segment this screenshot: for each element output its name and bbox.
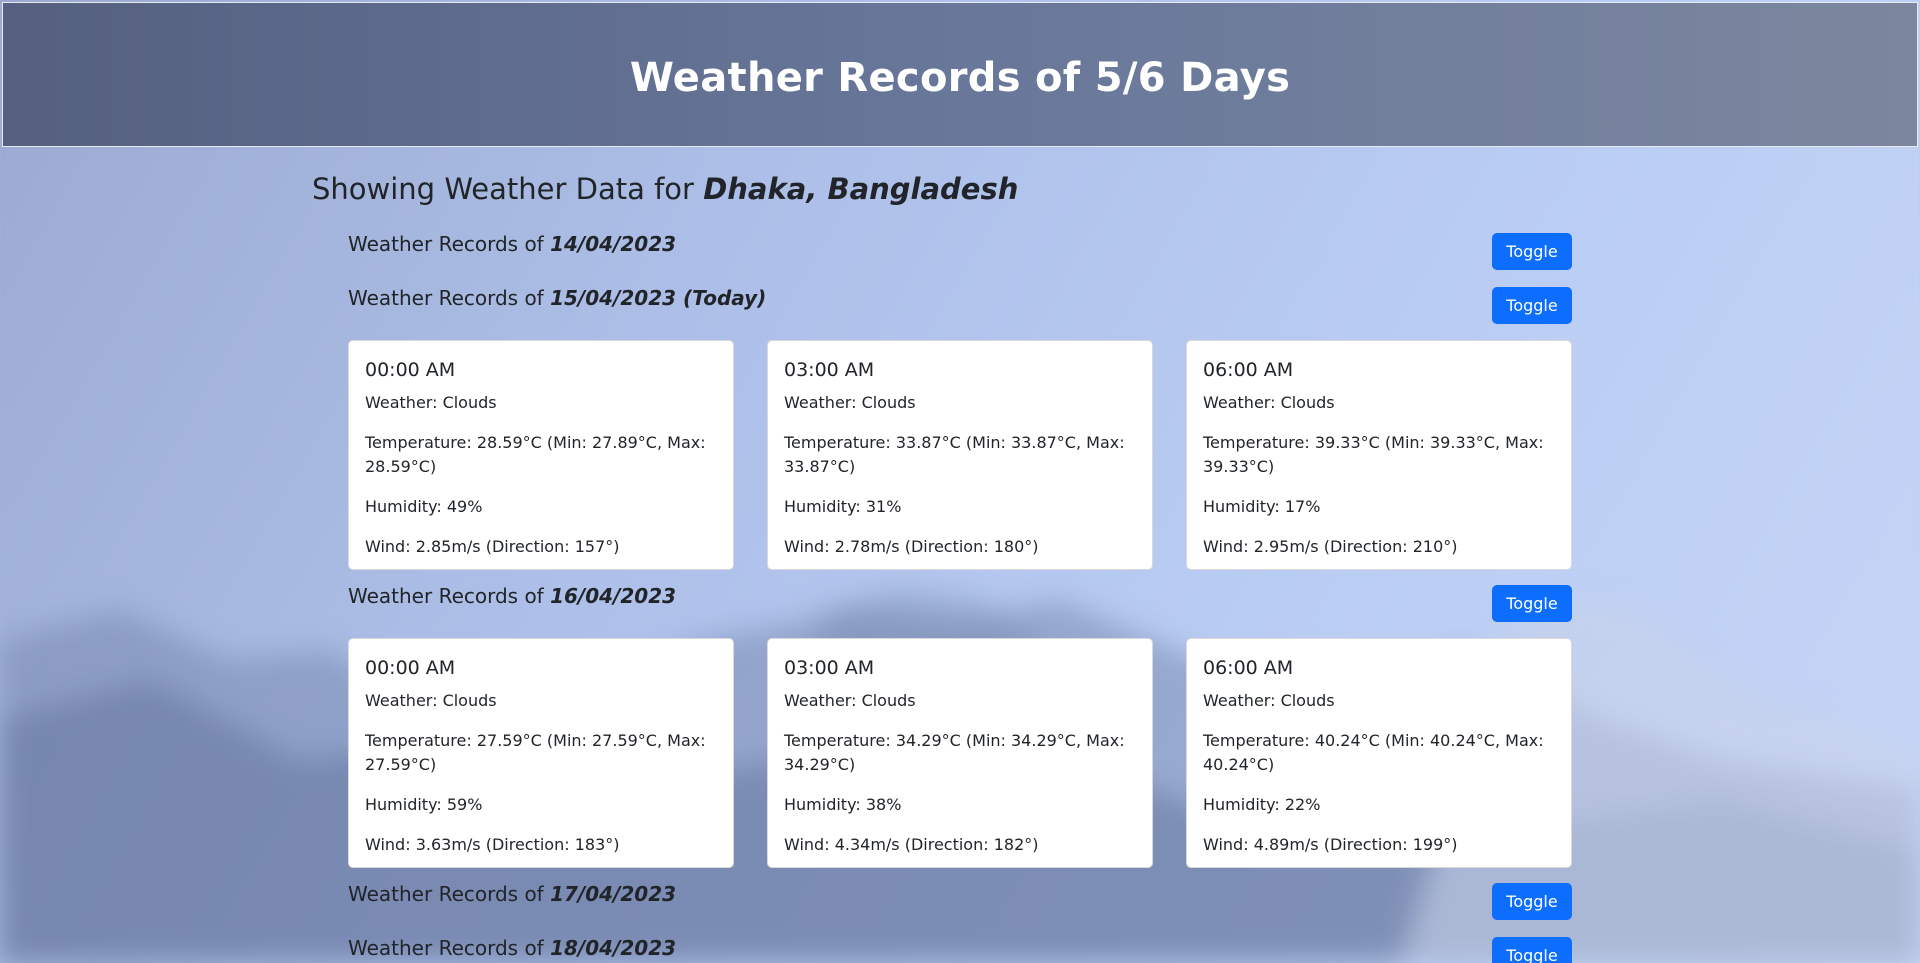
day-record-section: Weather Records of 16/04/2023 Toggle 00:00… — [348, 584, 1572, 868]
forecast-weather: Weather: Clouds — [365, 393, 497, 412]
forecast-wind: Wind: 2.78m/s (Direction: 180°) — [784, 537, 1039, 556]
day-record-prefix: Weather Records of — [348, 232, 544, 256]
forecast-wind: Wind: 3.63m/s (Direction: 183°) — [365, 835, 620, 854]
main-content: Showing Weather Data for Dhaka, Banglade… — [312, 172, 1572, 963]
toggle-button[interactable]: Toggle — [1492, 287, 1572, 324]
forecast-time: 00:00 AM — [365, 657, 456, 679]
location-name: Dhaka, Bangladesh — [703, 172, 1019, 206]
day-record-section: Weather Records of 15/04/2023 (Today) Tog… — [348, 286, 1572, 570]
forecast-humidity: Humidity: 17% — [1203, 497, 1321, 516]
forecast-humidity: Humidity: 49% — [365, 497, 483, 516]
forecast-temperature: Temperature: 27.59°C (Min: 27.59°C, Max:… — [365, 731, 706, 774]
forecast-card-row: 00:00 AM Weather: Clouds Temperature: 28.5… — [348, 340, 1572, 570]
forecast-card: 00:00 AM Weather: Clouds Temperature: 28.5… — [348, 340, 734, 570]
location-heading: Showing Weather Data for Dhaka, Banglade… — [312, 172, 1572, 206]
day-record-prefix: Weather Records of — [348, 584, 544, 608]
day-record-header: Weather Records of 15/04/2023 (Today) Tog… — [348, 286, 1572, 340]
forecast-time: 06:00 AM — [1203, 359, 1294, 381]
day-record-prefix: Weather Records of — [348, 286, 544, 310]
day-record-section: Weather Records of 17/04/2023 Toggle — [348, 882, 1572, 936]
toggle-button[interactable]: Toggle — [1492, 937, 1572, 963]
day-record-date: 16/04/2023 — [550, 584, 677, 608]
forecast-wind: Wind: 4.89m/s (Direction: 199°) — [1203, 835, 1458, 854]
forecast-card: 06:00 AM Weather: Clouds Temperature: 40.2… — [1186, 638, 1572, 868]
forecast-humidity: Humidity: 31% — [784, 497, 902, 516]
toggle-button[interactable]: Toggle — [1492, 233, 1572, 270]
forecast-card: 06:00 AM Weather: Clouds Temperature: 39.3… — [1186, 340, 1572, 570]
forecast-card-row: 00:00 AM Weather: Clouds Temperature: 27.5… — [348, 638, 1572, 868]
forecast-time: 00:00 AM — [365, 359, 456, 381]
forecast-humidity: Humidity: 38% — [784, 795, 902, 814]
forecast-humidity: Humidity: 59% — [365, 795, 483, 814]
day-record-prefix: Weather Records of — [348, 882, 544, 906]
day-record-date: 15/04/2023 (Today) — [550, 286, 767, 310]
forecast-card: 00:00 AM Weather: Clouds Temperature: 27.5… — [348, 638, 734, 868]
day-record-prefix: Weather Records of — [348, 936, 544, 960]
day-record-date: 18/04/2023 — [550, 936, 677, 960]
forecast-time: 03:00 AM — [784, 657, 875, 679]
day-record-title: Weather Records of 18/04/2023 — [348, 936, 676, 960]
forecast-temperature: Temperature: 28.59°C (Min: 27.89°C, Max:… — [365, 433, 706, 476]
forecast-temperature: Temperature: 39.33°C (Min: 39.33°C, Max:… — [1203, 433, 1544, 476]
forecast-wind: Wind: 2.95m/s (Direction: 210°) — [1203, 537, 1458, 556]
toggle-button[interactable]: Toggle — [1492, 883, 1572, 920]
forecast-temperature: Temperature: 33.87°C (Min: 33.87°C, Max:… — [784, 433, 1125, 476]
forecast-time: 06:00 AM — [1203, 657, 1294, 679]
location-prefix: Showing Weather Data for — [312, 172, 694, 206]
forecast-wind: Wind: 4.34m/s (Direction: 182°) — [784, 835, 1039, 854]
forecast-card: 03:00 AM Weather: Clouds Temperature: 34.2… — [767, 638, 1153, 868]
page-title: Weather Records of 5/6 Days — [629, 55, 1291, 101]
forecast-weather: Weather: Clouds — [784, 393, 916, 412]
forecast-weather: Weather: Clouds — [365, 691, 497, 710]
day-record-header: Weather Records of 17/04/2023 Toggle — [348, 882, 1572, 936]
day-record-title: Weather Records of 16/04/2023 — [348, 584, 676, 608]
forecast-weather: Weather: Clouds — [1203, 393, 1335, 412]
forecast-card: 03:00 AM Weather: Clouds Temperature: 33.8… — [767, 340, 1153, 570]
day-record-title: Weather Records of 17/04/2023 — [348, 882, 676, 906]
day-record-date: 14/04/2023 — [550, 232, 677, 256]
day-record-title: Weather Records of 14/04/2023 — [348, 232, 676, 256]
day-record-header: Weather Records of 18/04/2023 Toggle — [348, 936, 1572, 963]
forecast-wind: Wind: 2.85m/s (Direction: 157°) — [365, 537, 620, 556]
forecast-time: 03:00 AM — [784, 359, 875, 381]
day-records-list: Weather Records of 14/04/2023 Toggle Weath… — [312, 232, 1572, 963]
day-record-date: 17/04/2023 — [550, 882, 677, 906]
day-record-title: Weather Records of 15/04/2023 (Today) — [348, 286, 766, 310]
day-record-section: Weather Records of 14/04/2023 Toggle — [348, 232, 1572, 286]
page-header: Weather Records of 5/6 Days — [2, 2, 1918, 147]
forecast-humidity: Humidity: 22% — [1203, 795, 1321, 814]
day-record-header: Weather Records of 14/04/2023 Toggle — [348, 232, 1572, 286]
forecast-temperature: Temperature: 34.29°C (Min: 34.29°C, Max:… — [784, 731, 1125, 774]
forecast-weather: Weather: Clouds — [1203, 691, 1335, 710]
day-record-header: Weather Records of 16/04/2023 Toggle — [348, 584, 1572, 638]
forecast-temperature: Temperature: 40.24°C (Min: 40.24°C, Max:… — [1203, 731, 1544, 774]
forecast-weather: Weather: Clouds — [784, 691, 916, 710]
day-record-section: Weather Records of 18/04/2023 Toggle — [348, 936, 1572, 963]
toggle-button[interactable]: Toggle — [1492, 585, 1572, 622]
